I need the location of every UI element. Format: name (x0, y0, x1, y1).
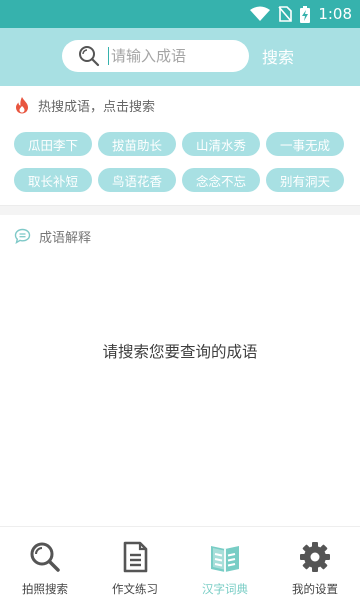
search-input[interactable] (108, 47, 238, 65)
empty-message: 请搜索您要查询的成语 (102, 343, 258, 361)
hot-tag[interactable]: 念念不忘 (182, 168, 260, 192)
hot-tag[interactable]: 别有洞天 (266, 168, 344, 192)
status-time: 1:08 (318, 5, 352, 23)
hot-tag[interactable]: 取长补短 (14, 168, 92, 192)
search-button[interactable]: 搜索 (262, 44, 294, 68)
wifi-icon (250, 6, 271, 22)
search-box[interactable] (62, 40, 249, 72)
hot-tag[interactable]: 山清水秀 (182, 132, 260, 156)
battery-charging-icon (300, 5, 311, 23)
nav-label: 我的设置 (292, 582, 338, 596)
hot-title: 热搜成语，点击搜索 (38, 99, 156, 115)
search-band: 搜索 (0, 28, 360, 86)
hot-tag[interactable]: 一事无成 (266, 132, 344, 156)
hot-tag[interactable]: 鸟语花香 (98, 168, 176, 192)
gear-icon (300, 542, 330, 572)
nav-item-settings[interactable]: 我的设置 (270, 527, 360, 600)
chat-bubble-icon (14, 228, 31, 244)
search-icon (30, 542, 60, 572)
hot-tag[interactable]: 拔苗助长 (98, 132, 176, 156)
section-divider (0, 205, 360, 215)
document-icon (123, 541, 148, 573)
hot-tag[interactable]: 瓜田李下 (14, 132, 92, 156)
hot-header: 热搜成语，点击搜索 (14, 96, 156, 115)
nav-label: 作文练习 (112, 582, 158, 596)
nav-item-composition[interactable]: 作文练习 (90, 527, 180, 600)
no-sim-icon (278, 6, 293, 22)
bottom-nav: 拍照搜索 作文练习 汉字词典 我的设置 (0, 526, 360, 600)
explain-title: 成语解释 (39, 230, 92, 246)
search-icon (79, 46, 100, 67)
status-bar: 1:08 (0, 0, 360, 28)
nav-label: 拍照搜索 (22, 582, 68, 596)
nav-label: 汉字词典 (202, 582, 248, 596)
nav-item-dictionary[interactable]: 汉字词典 (180, 527, 270, 600)
nav-item-photo-search[interactable]: 拍照搜索 (0, 527, 90, 600)
explain-header: 成语解释 (14, 227, 92, 246)
book-icon (211, 546, 239, 572)
flame-icon (16, 97, 28, 114)
